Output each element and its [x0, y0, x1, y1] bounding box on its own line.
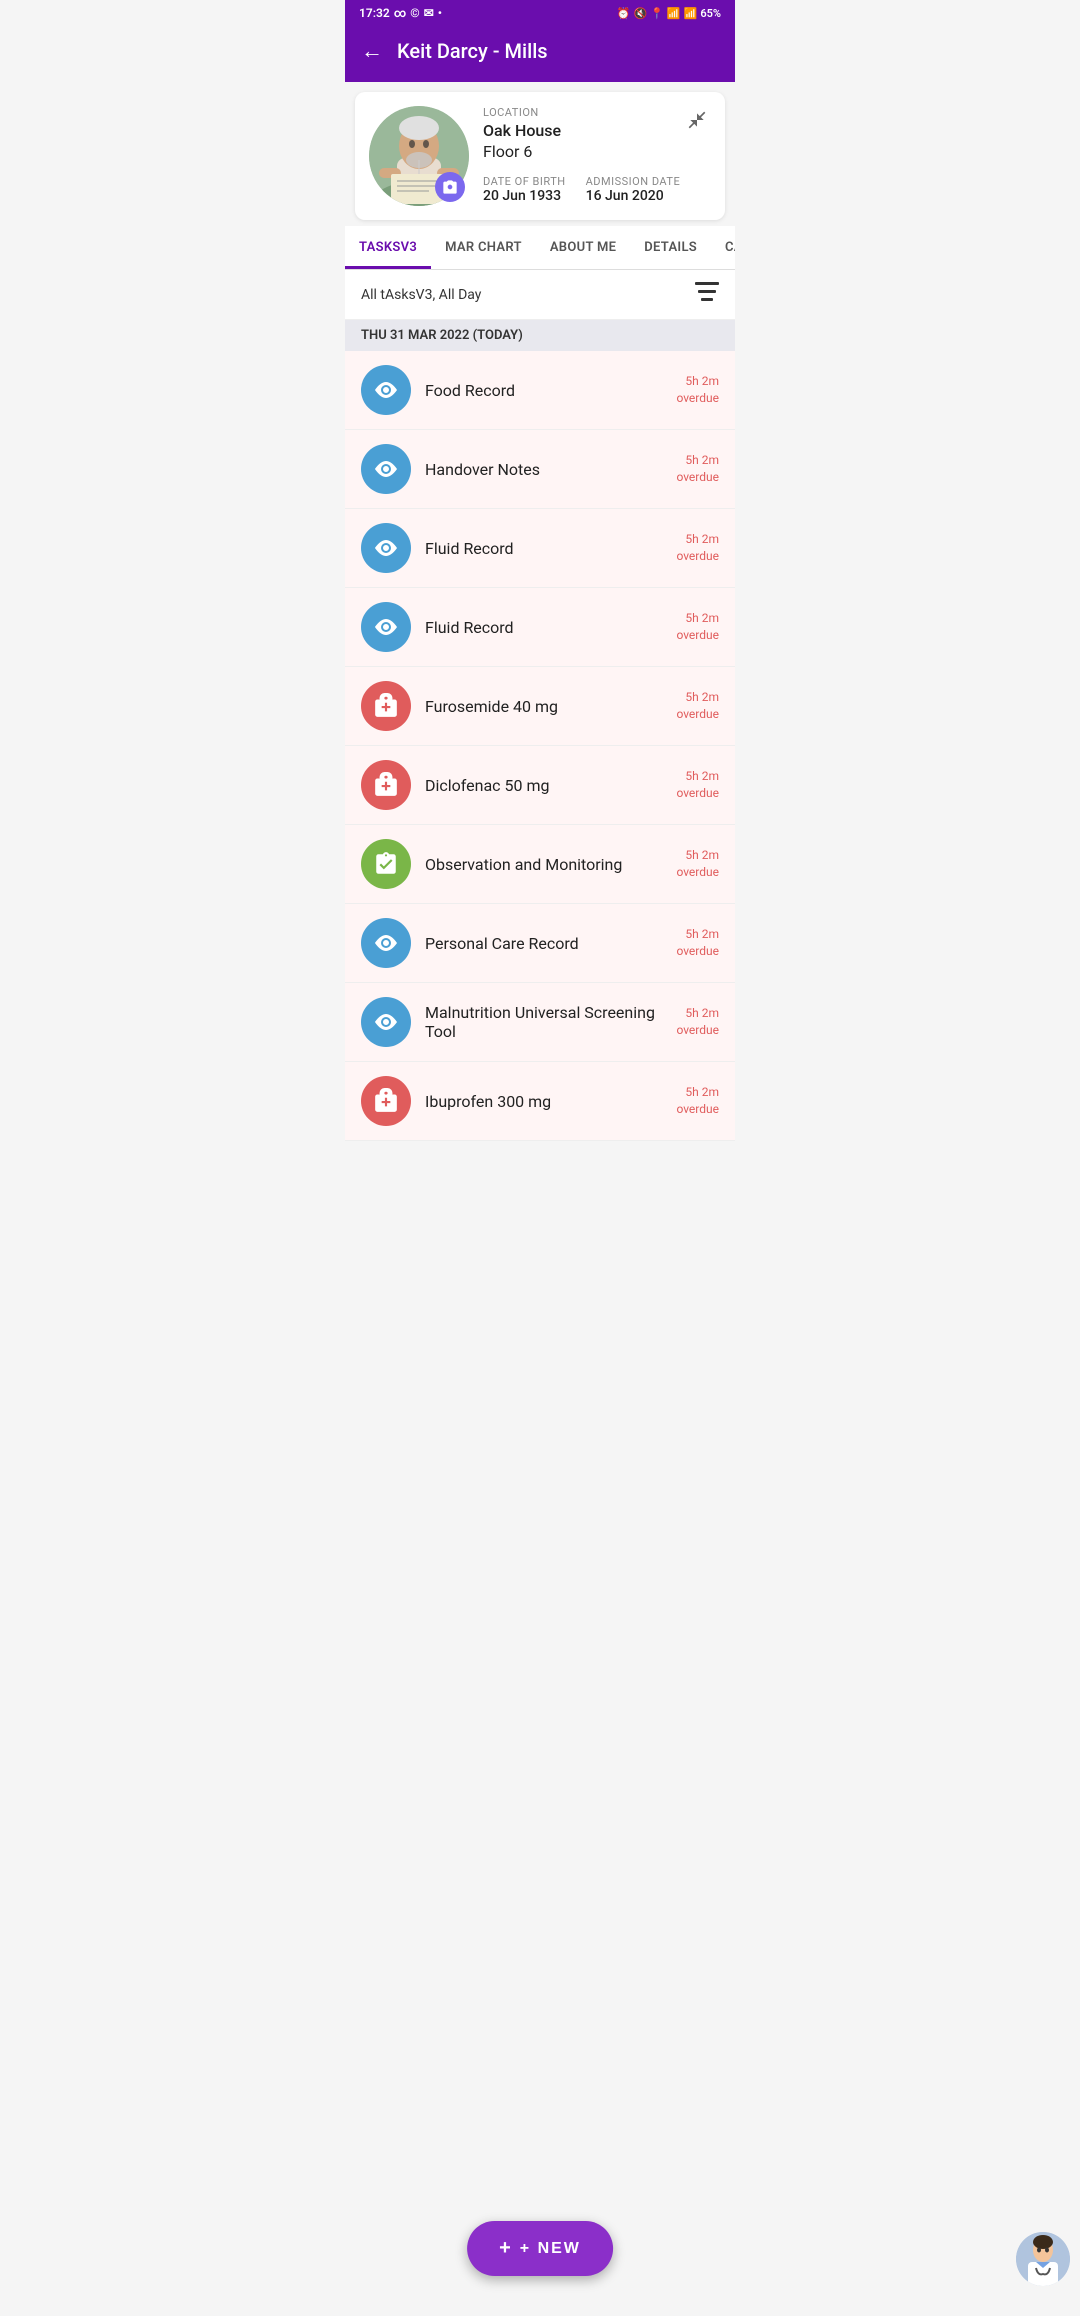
filter-row: All tAsksV3, All Day — [345, 270, 735, 320]
task-label: Fluid Record — [425, 539, 662, 558]
location-line1: Oak House — [483, 121, 711, 140]
collapse-button[interactable] — [681, 104, 713, 136]
task-label: Personal Care Record — [425, 934, 662, 953]
task-item[interactable]: Fluid Record 5h 2moverdue — [345, 588, 735, 667]
camera-button[interactable] — [435, 172, 465, 202]
avatar-wrapper — [369, 106, 469, 206]
task-icon-eye — [361, 918, 411, 968]
dob-label: DATE OF BIRTH — [483, 175, 566, 188]
assistant-image — [1016, 2232, 1070, 2286]
task-icon-eye — [361, 997, 411, 1047]
task-overdue: 5h 2moverdue — [676, 452, 719, 486]
assistant-avatar[interactable] — [1016, 2232, 1070, 2286]
header: ← Keit Darcy - Mills — [345, 26, 735, 82]
task-overdue: 5h 2moverdue — [676, 689, 719, 723]
task-label: Handover Notes — [425, 460, 662, 479]
battery: 65% — [700, 7, 721, 20]
dot-icon: • — [438, 6, 442, 20]
task-label: Fluid Record — [425, 618, 662, 637]
mute-icon: 🔇 — [634, 7, 648, 20]
page-title: Keit Darcy - Mills — [397, 39, 548, 63]
fab-label: + NEW — [520, 2240, 581, 2258]
infinity-icon: ∞ — [394, 6, 407, 20]
task-item[interactable]: Handover Notes 5h 2moverdue — [345, 430, 735, 509]
date-header: THU 31 MAR 2022 (TODAY) — [345, 320, 735, 351]
patient-card: LOCATION Oak House Floor 6 DATE OF BIRTH… — [355, 92, 725, 220]
tab-tasksv3[interactable]: TASKSV3 — [345, 226, 431, 269]
tab-details[interactable]: DETAILS — [630, 226, 711, 269]
task-overdue: 5h 2moverdue — [676, 373, 719, 407]
signal-icon: 📶 — [684, 7, 698, 20]
location-line2: Floor 6 — [483, 142, 711, 161]
task-icon-eye — [361, 365, 411, 415]
task-item[interactable]: Food Record 5h 2moverdue — [345, 351, 735, 430]
c-icon: © — [410, 6, 419, 20]
task-label: Diclofenac 50 mg — [425, 776, 662, 795]
task-item[interactable]: Fluid Record 5h 2moverdue — [345, 509, 735, 588]
tabs: TASKSV3 MAR CHART ABOUT ME DETAILS CARE … — [345, 226, 735, 270]
task-label: Furosemide 40 mg — [425, 697, 662, 716]
admission-label: ADMISSION DATE — [586, 175, 681, 188]
status-left: 17:32 ∞ © ✉ • — [359, 6, 442, 20]
task-icon-eye — [361, 523, 411, 573]
task-icon-medkit — [361, 681, 411, 731]
task-icon-medkit — [361, 760, 411, 810]
email-icon: ✉ — [424, 6, 434, 20]
filter-icon[interactable] — [695, 282, 719, 307]
patient-info: LOCATION Oak House Floor 6 DATE OF BIRTH… — [483, 106, 711, 204]
task-overdue: 5h 2moverdue — [676, 768, 719, 802]
tab-carepackage[interactable]: CARE PACKAGE — [711, 226, 735, 269]
filter-text: All tAsksV3, All Day — [361, 287, 481, 303]
task-item[interactable]: Diclofenac 50 mg 5h 2moverdue — [345, 746, 735, 825]
task-item[interactable]: Malnutrition Universal Screening Tool 5h… — [345, 983, 735, 1062]
location-label: LOCATION — [483, 106, 711, 119]
task-list: Food Record 5h 2moverdue Handover Notes … — [345, 351, 735, 1141]
fab-plus-icon: + — [499, 2237, 512, 2260]
task-icon-eye — [361, 602, 411, 652]
task-overdue: 5h 2moverdue — [676, 1084, 719, 1118]
task-item[interactable]: Observation and Monitoring 5h 2moverdue — [345, 825, 735, 904]
new-button[interactable]: + + NEW — [467, 2221, 613, 2276]
task-icon-clipboard — [361, 839, 411, 889]
task-label: Observation and Monitoring — [425, 855, 662, 874]
task-label: Food Record — [425, 381, 662, 400]
status-bar: 17:32 ∞ © ✉ • ⏰ 🔇 📍 📶 📶 65% — [345, 0, 735, 26]
tab-marchart[interactable]: MAR CHART — [431, 226, 536, 269]
status-right: ⏰ 🔇 📍 📶 📶 65% — [617, 7, 721, 20]
task-label: Malnutrition Universal Screening Tool — [425, 1003, 662, 1041]
task-overdue: 5h 2moverdue — [676, 1005, 719, 1039]
location-icon: 📍 — [650, 7, 664, 20]
task-overdue: 5h 2moverdue — [676, 610, 719, 644]
wifi-icon: 📶 — [667, 7, 681, 20]
task-item[interactable]: Ibuprofen 300 mg 5h 2moverdue — [345, 1062, 735, 1141]
task-label: Ibuprofen 300 mg — [425, 1092, 662, 1111]
tab-aboutme[interactable]: ABOUT ME — [536, 226, 630, 269]
time: 17:32 — [359, 6, 390, 20]
task-icon-eye — [361, 444, 411, 494]
admission-value: 16 Jun 2020 — [586, 188, 681, 204]
task-item[interactable]: Furosemide 40 mg 5h 2moverdue — [345, 667, 735, 746]
dates-row: DATE OF BIRTH 20 Jun 1933 ADMISSION DATE… — [483, 175, 711, 204]
admission-group: ADMISSION DATE 16 Jun 2020 — [586, 175, 681, 204]
task-item[interactable]: Personal Care Record 5h 2moverdue — [345, 904, 735, 983]
task-overdue: 5h 2moverdue — [676, 926, 719, 960]
task-icon-medkit — [361, 1076, 411, 1126]
task-overdue: 5h 2moverdue — [676, 847, 719, 881]
dob-group: DATE OF BIRTH 20 Jun 1933 — [483, 175, 566, 204]
task-overdue: 5h 2moverdue — [676, 531, 719, 565]
dob-value: 20 Jun 1933 — [483, 188, 566, 204]
alarm-icon: ⏰ — [617, 7, 631, 20]
back-button[interactable]: ← — [361, 38, 383, 64]
